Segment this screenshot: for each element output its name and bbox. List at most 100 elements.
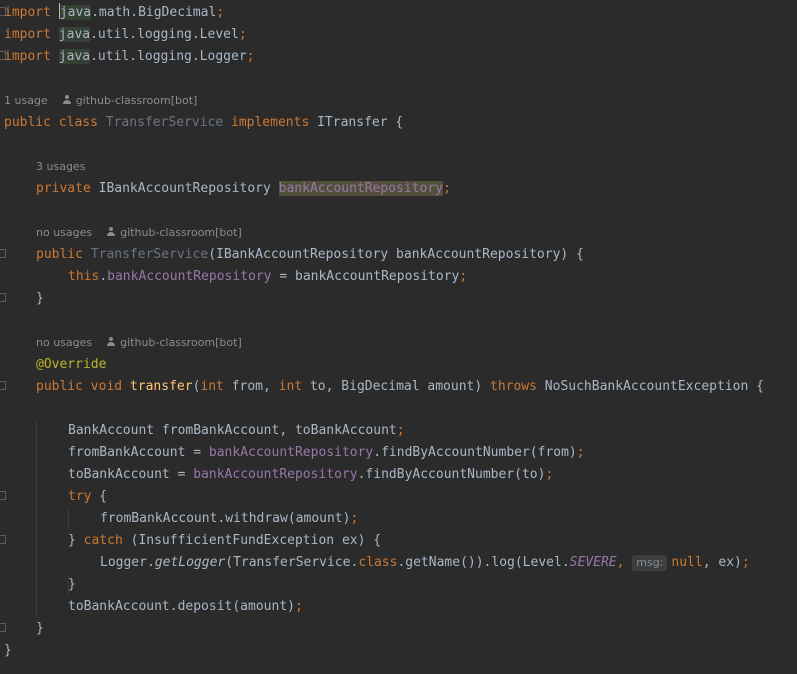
null-keyword: null <box>671 555 703 570</box>
fold-marker-icon[interactable] <box>0 293 6 302</box>
semicolon: ; <box>459 269 468 284</box>
logger-class: Logger. <box>100 555 155 570</box>
comma: , <box>616 555 633 570</box>
field-name: bankAccountRepository <box>278 181 444 196</box>
semicolon: ; <box>216 5 225 20</box>
indent-guide <box>36 420 37 618</box>
public-keyword: public <box>4 115 51 130</box>
code-line-logger[interactable]: Logger.getLogger(TransferService.class.g… <box>100 552 797 574</box>
class-keyword: class <box>58 115 98 130</box>
code-vision-hint[interactable]: 3 usages <box>36 156 85 178</box>
field-reference: bankAccountRepository <box>107 269 272 284</box>
constructor-params: (IBankAccountRepository bankAccountRepos… <box>208 247 584 262</box>
import-package: java <box>58 27 91 42</box>
usage-count-link[interactable]: no usages <box>36 226 92 239</box>
semicolon: ; <box>576 445 585 460</box>
param-from: from, <box>223 379 279 394</box>
fold-marker-icon[interactable] <box>0 623 6 632</box>
semicolon: ; <box>238 27 247 42</box>
close-brace: } <box>36 621 44 636</box>
code-line-to-assign[interactable]: toBankAccount = bankAccountRepository.fi… <box>68 464 797 486</box>
code-line-import-bigdecimal[interactable]: import java.math.BigDecimal; <box>4 2 797 24</box>
import-path: .math.BigDecimal <box>91 5 217 20</box>
try-keyword: try <box>68 489 92 504</box>
code-line-field[interactable]: private IBankAccountRepository bankAccou… <box>36 178 797 200</box>
assignment-rhs: = bankAccountRepository <box>271 269 460 284</box>
usage-count-link[interactable]: no usages <box>36 336 92 349</box>
code-line-deposit[interactable]: toBankAccount.deposit(amount); <box>68 596 797 618</box>
get-name-log: .getName()).log(Level. <box>397 555 570 570</box>
code-line-import-level[interactable]: import java.util.logging.Level; <box>4 24 797 46</box>
usage-count-link[interactable]: 3 usages <box>36 160 85 173</box>
from-assign: fromBankAccount = <box>68 445 209 460</box>
public-keyword: public <box>36 247 83 262</box>
field-reference: bankAccountRepository <box>208 445 374 460</box>
semicolon: ; <box>350 511 359 526</box>
code-line-constructor[interactable]: public TransferService(IBankAccountRepos… <box>36 244 797 266</box>
open-brace: { <box>395 115 404 130</box>
this-keyword: this <box>68 269 100 284</box>
usage-count-link[interactable]: 1 usage <box>4 94 48 107</box>
local-declaration: BankAccount fromBankAccount, toBankAccou… <box>68 423 397 438</box>
code-line-import-logger[interactable]: import java.util.logging.Logger; <box>4 46 797 68</box>
implements-keyword: implements <box>231 115 310 130</box>
person-icon <box>62 95 72 105</box>
code-line-method-signature[interactable]: public void transfer(int from, int to, B… <box>36 376 797 398</box>
fold-marker-icon[interactable] <box>0 249 6 258</box>
author-link[interactable]: github-classroom[bot] <box>76 94 198 107</box>
semicolon: ; <box>443 181 451 196</box>
person-icon <box>106 337 116 347</box>
code-vision-hint[interactable]: 1 usage github-classroom[bot] <box>4 90 197 112</box>
code-line-from-assign[interactable]: fromBankAccount = bankAccountRepository.… <box>68 442 797 464</box>
params-rest: to, BigDecimal amount) <box>302 379 490 394</box>
transfer-service-ref: (TransferService. <box>225 555 359 570</box>
import-path: .util.logging.Logger <box>90 49 247 64</box>
to-assign: toBankAccount = <box>68 467 194 482</box>
deposit-call: toBankAccount.deposit(amount) <box>68 599 295 614</box>
code-line-declaration[interactable]: BankAccount fromBankAccount, toBankAccou… <box>68 420 797 442</box>
public-keyword: public <box>36 379 83 394</box>
try-brace: { <box>91 489 108 504</box>
withdraw-call: fromBankAccount.withdraw(amount) <box>100 511 351 526</box>
class-name: TransferService <box>105 115 224 130</box>
code-editor[interactable]: import java.math.BigDecimal; import java… <box>0 0 797 674</box>
field-type: IBankAccountRepository <box>98 181 271 196</box>
close-brace: } <box>68 577 76 592</box>
code-line-try[interactable]: try { <box>68 486 797 508</box>
method-name: transfer <box>129 379 193 394</box>
code-line-catch-close[interactable]: } <box>68 574 797 596</box>
fold-marker-icon[interactable] <box>0 491 6 500</box>
field-reference: bankAccountRepository <box>193 467 358 482</box>
ex-arg: , ex) <box>702 555 742 570</box>
code-vision-hint[interactable]: no usages github-classroom[bot] <box>36 332 242 354</box>
import-keyword: import <box>4 27 51 42</box>
int-keyword: int <box>200 379 224 394</box>
code-line-assignment[interactable]: this.bankAccountRepository = bankAccount… <box>68 266 797 288</box>
import-path: .util.logging.Level <box>90 27 239 42</box>
parameter-name-hint: msg: <box>632 555 668 571</box>
semicolon: ; <box>246 49 255 64</box>
severe-constant: SEVERE <box>569 555 617 570</box>
class-literal: class <box>358 555 398 570</box>
private-keyword: private <box>36 181 91 196</box>
fold-marker-icon[interactable] <box>0 381 6 390</box>
semicolon: ; <box>396 423 405 438</box>
code-line-close-brace[interactable]: } <box>36 288 797 310</box>
author-link[interactable]: github-classroom[bot] <box>120 336 242 349</box>
import-keyword: import <box>4 49 51 64</box>
code-line-class-close[interactable]: } <box>4 640 797 662</box>
import-package: java <box>58 49 91 64</box>
semicolon: ; <box>294 599 303 614</box>
fold-marker-icon[interactable] <box>0 535 6 544</box>
find-call: .findByAccountNumber(from) <box>373 445 577 460</box>
code-line-method-close[interactable]: } <box>36 618 797 640</box>
author-link[interactable]: github-classroom[bot] <box>120 226 242 239</box>
void-keyword: void <box>90 379 123 394</box>
int-keyword: int <box>278 379 303 394</box>
code-vision-hint[interactable]: no usages github-classroom[bot] <box>36 222 242 244</box>
code-line-class-declaration[interactable]: public class TransferService implements … <box>4 112 797 134</box>
code-line-withdraw[interactable]: fromBankAccount.withdraw(amount); <box>100 508 797 530</box>
code-line-override[interactable]: @Override <box>36 354 797 376</box>
semicolon: ; <box>545 467 554 482</box>
code-line-catch[interactable]: } catch (InsufficientFundException ex) { <box>68 530 797 552</box>
